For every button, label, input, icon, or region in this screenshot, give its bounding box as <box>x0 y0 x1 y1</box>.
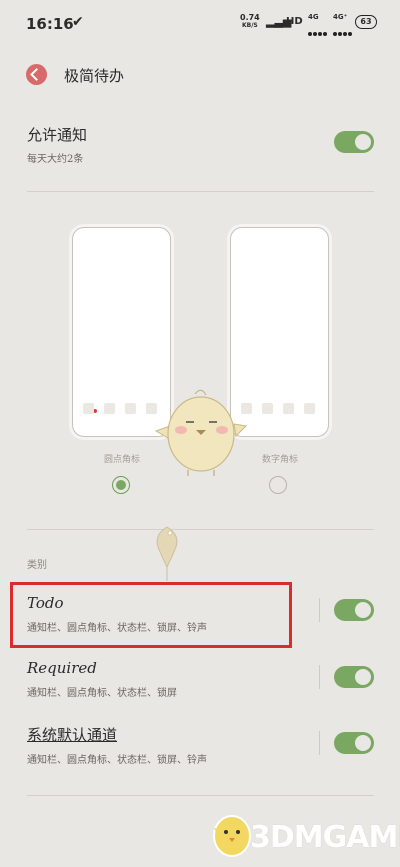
chick-mascot-icon <box>154 389 248 476</box>
status-time: 16:16 <box>26 15 74 33</box>
divider-vertical <box>319 598 320 622</box>
hd-label: HD <box>286 16 303 27</box>
signal-dots-icon <box>333 21 353 40</box>
number-badge-caption: 数字角标 <box>262 455 299 465</box>
network-type-2: 4G⁺ <box>333 13 348 21</box>
dot-badge-radio[interactable] <box>112 476 130 494</box>
category-todo-desc: 通知栏、圆点角标、状态栏、锁屏、铃声 <box>27 623 207 634</box>
signal-dots-icon <box>308 21 328 40</box>
allow-notifications-sub: 每天大约2条 <box>27 154 84 165</box>
divider <box>27 529 374 530</box>
back-button[interactable] <box>26 64 47 85</box>
category-required-toggle[interactable] <box>334 666 374 688</box>
page-title: 极简待办 <box>64 67 125 85</box>
category-default-toggle[interactable] <box>334 732 374 754</box>
pin-decoration-icon <box>156 526 178 581</box>
category-todo-toggle[interactable] <box>334 599 374 621</box>
battery-icon: 63 <box>355 15 377 29</box>
cell-signal-2: 4G⁺ <box>333 13 353 40</box>
divider <box>27 191 374 192</box>
network-speed-value: 0.74 <box>240 13 260 22</box>
network-speed-unit: KB/S <box>242 22 258 29</box>
allow-notifications-toggle[interactable] <box>334 131 374 153</box>
category-required-desc: 通知栏、圆点角标、状态栏、锁屏 <box>27 688 177 699</box>
network-speed: 0.74 KB/S <box>240 14 260 30</box>
category-default-desc: 通知栏、圆点角标、状态栏、锁屏、铃声 <box>27 755 207 766</box>
category-default-name: 系统默认通道 <box>27 726 118 744</box>
check-icon: ✔ <box>72 14 84 30</box>
category-required-name: Required <box>27 659 97 677</box>
divider-vertical <box>319 731 320 755</box>
status-bar: 16:16 ✔ 0.74 KB/S ▂▃▅ HD 4G 4G⁺ 63 <box>0 0 400 44</box>
divider-vertical <box>319 665 320 689</box>
watermark-mascot-icon <box>213 815 251 857</box>
watermark-text: 3DMGAME <box>250 820 400 855</box>
network-type-1: 4G <box>308 13 319 21</box>
categories-section-label: 类别 <box>27 560 47 571</box>
cell-signal-1: 4G <box>308 13 328 40</box>
category-todo-name: Todo <box>27 594 64 612</box>
allow-notifications-label: 允许通知 <box>27 126 88 144</box>
dot-badge-caption: 圆点角标 <box>104 455 141 465</box>
divider <box>27 795 374 796</box>
todo-highlight-box <box>10 582 292 648</box>
number-badge-radio[interactable] <box>269 476 287 494</box>
